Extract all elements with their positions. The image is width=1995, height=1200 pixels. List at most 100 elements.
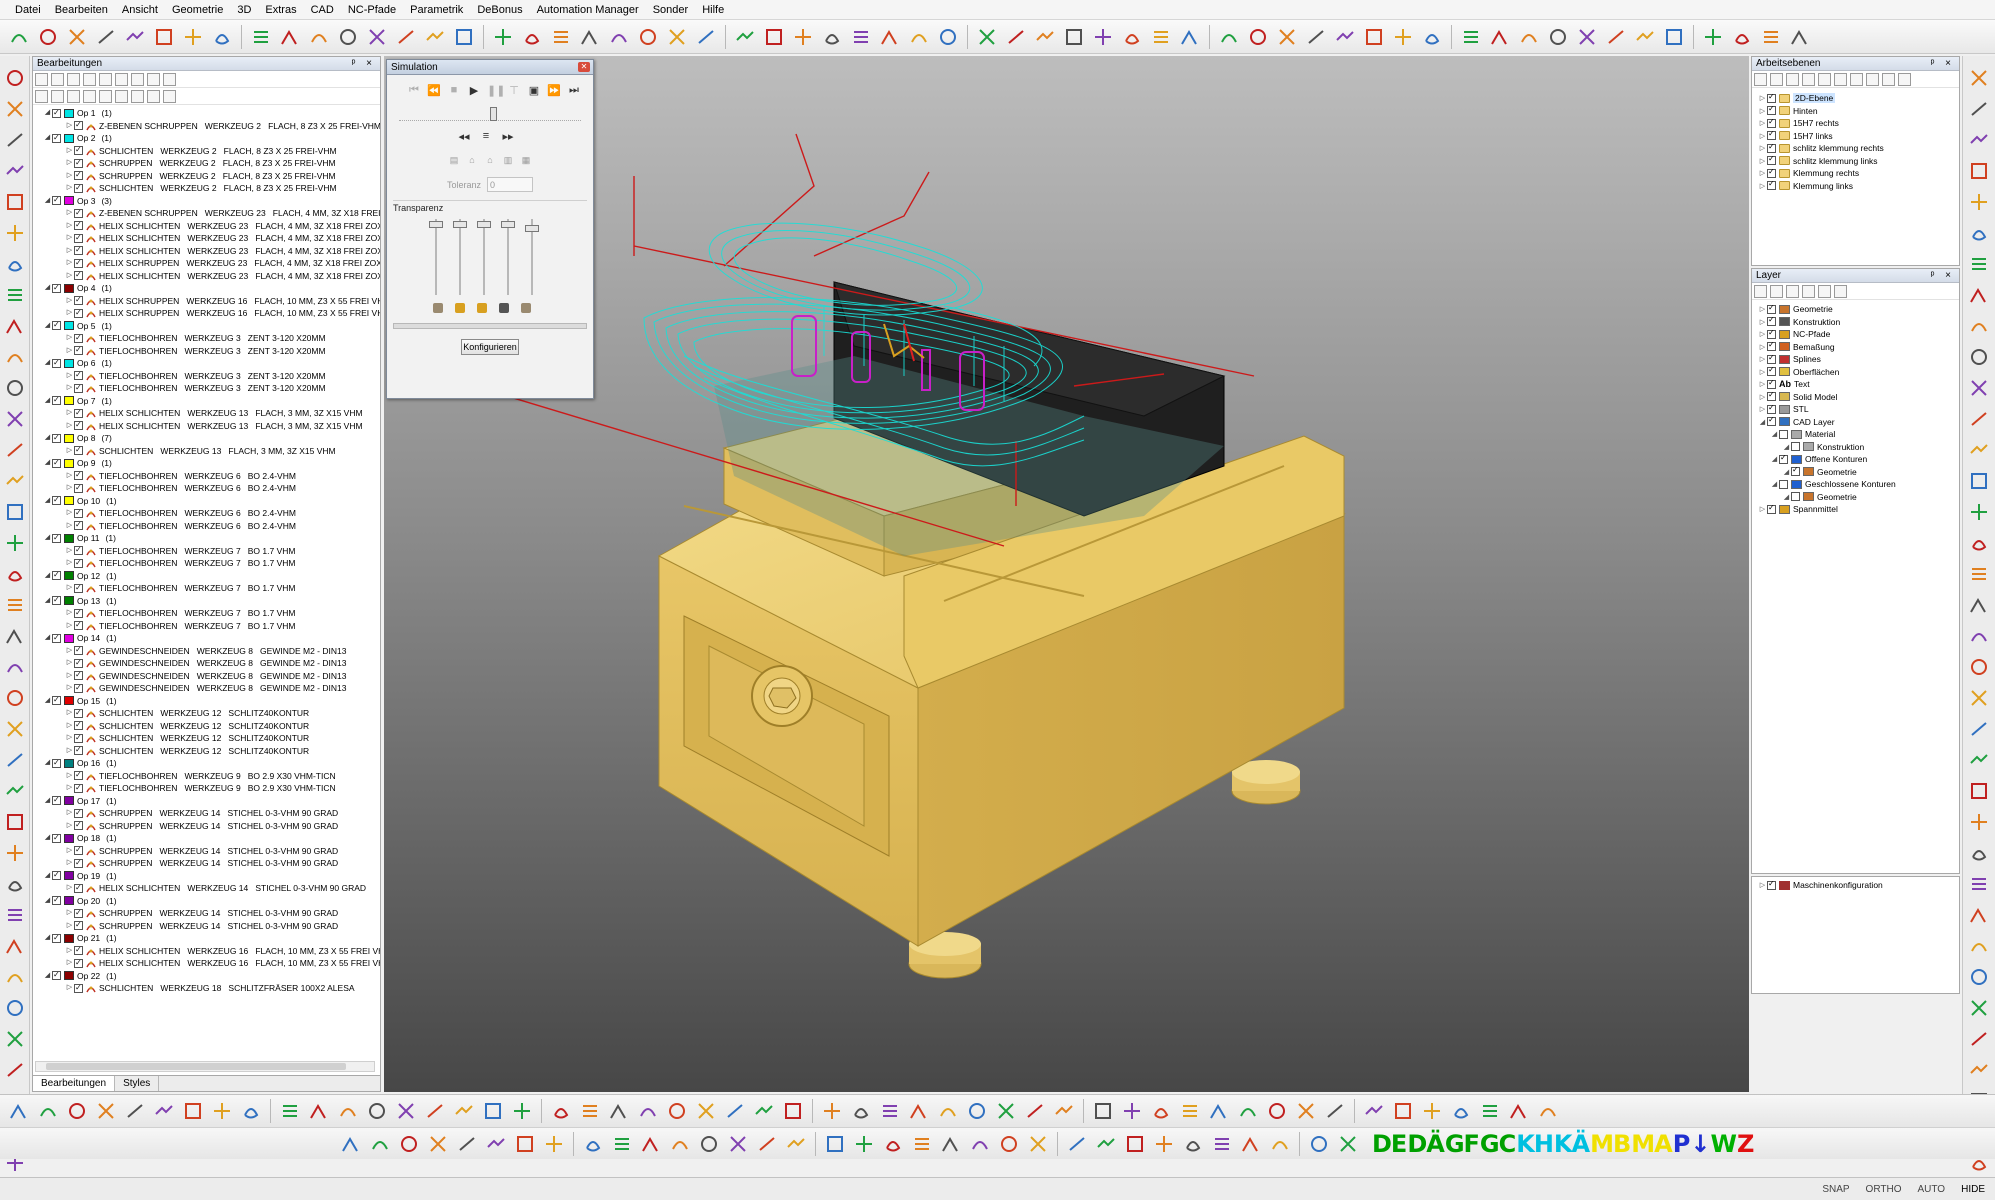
renumber-icon[interactable] — [83, 72, 96, 86]
layer-settings-icon[interactable] — [1834, 284, 1847, 298]
workplane-checkbox[interactable] — [1767, 179, 1776, 191]
operation-row[interactable]: ◢ Op 15 (1) — [33, 694, 380, 708]
tool-13-icon[interactable] — [696, 1131, 722, 1157]
step-checkbox[interactable] — [74, 857, 83, 869]
tool-22-icon[interactable] — [967, 1131, 993, 1157]
tool-18-icon[interactable] — [1966, 591, 1992, 619]
operation-step-row[interactable]: ▷ TIEFLOCHBOHREN WERKZEUG 7 BO 1.7 VHM — [33, 544, 380, 558]
workplane-checkbox[interactable] — [1767, 167, 1776, 178]
status-auto[interactable]: AUTO — [1917, 1184, 1945, 1195]
workplane-checkbox[interactable] — [1767, 129, 1776, 141]
expand-arrow-icon[interactable]: ▷ — [65, 657, 74, 670]
tool-4-icon[interactable] — [93, 1098, 119, 1124]
tool-33-icon[interactable] — [974, 24, 1000, 50]
workplane-3d-icon[interactable] — [1802, 72, 1815, 86]
step-checkbox[interactable] — [74, 444, 83, 457]
tool-32-icon[interactable] — [1267, 1131, 1293, 1157]
workplane-checkbox[interactable] — [1767, 92, 1776, 103]
expand-arrow-icon[interactable]: ▷ — [65, 745, 74, 758]
machine-tree[interactable]: ▷ Maschinenkonfiguration — [1752, 877, 1959, 892]
move-down-icon[interactable] — [131, 72, 144, 86]
tool-28-icon[interactable] — [1151, 1131, 1177, 1157]
tool-50-icon[interactable] — [1477, 1098, 1503, 1124]
tool-20-icon[interactable] — [577, 24, 603, 50]
machine-row[interactable]: ▷ Maschinenkonfiguration — [1752, 879, 1959, 892]
step-checkbox[interactable] — [74, 944, 83, 957]
expand-arrow-icon[interactable]: ◢ — [43, 570, 52, 583]
step-checkbox[interactable] — [74, 144, 83, 157]
tool-13-icon[interactable] — [1966, 436, 1992, 464]
expand-arrow-icon[interactable]: ◢ — [43, 395, 52, 408]
operation-step-row[interactable]: ▷ GEWINDESCHNEIDEN WERKZEUG 8 GEWINDE M2 … — [33, 644, 380, 658]
operation-step-row[interactable]: ▷ SCHRUPPEN WERKZEUG 14 STICHEL 0-3-VHM 9… — [33, 907, 380, 920]
menu-extras[interactable]: Extras — [258, 0, 303, 20]
layer-row[interactable]: ▷ Oberflächen — [1752, 365, 1959, 379]
tool-17-icon[interactable] — [490, 24, 516, 50]
step-checkbox[interactable] — [74, 957, 83, 969]
workplane-row[interactable]: ▷ 2D-Ebene — [1752, 92, 1959, 105]
step-checkbox[interactable] — [74, 919, 83, 932]
configure-button[interactable]: Konfigurieren — [461, 339, 519, 355]
operation-row[interactable]: ◢ Op 8 (7) — [33, 432, 380, 445]
menu-cad[interactable]: CAD — [304, 0, 341, 20]
expand-arrow-icon[interactable]: ▷ — [1758, 144, 1767, 152]
tool-16-icon[interactable] — [783, 1131, 809, 1157]
tool-16-icon[interactable] — [451, 1098, 477, 1124]
tool-22-icon[interactable] — [635, 1098, 661, 1124]
expand-arrow-icon[interactable]: ◢ — [43, 132, 52, 145]
tool-40-icon[interactable] — [1177, 1098, 1203, 1124]
operation-step-row[interactable]: ▷ HELIX SCHLICHTEN WERKZEUG 23 FLACH, 4 M… — [33, 244, 380, 258]
operation-step-row[interactable]: ▷ TIEFLOCHBOHREN WERKZEUG 7 BO 1.7 VHM — [33, 582, 380, 595]
operation-step-row[interactable]: ▷ HELIX SCHLICHTEN WERKZEUG 13 FLACH, 3 M… — [33, 407, 380, 420]
operation-checkbox[interactable] — [52, 632, 61, 644]
expand-arrow-icon[interactable]: ◢ — [1782, 493, 1791, 501]
operation-checkbox[interactable] — [52, 357, 61, 369]
step-checkbox[interactable] — [74, 657, 83, 669]
operation-checkbox[interactable] — [52, 594, 61, 607]
menu-parametrik[interactable]: Parametrik — [403, 0, 470, 20]
tool-20-icon[interactable] — [577, 1098, 603, 1124]
letter-button-10[interactable]: ↓ — [1690, 1130, 1710, 1158]
step-checkbox[interactable] — [74, 682, 83, 694]
tool-10-icon[interactable] — [277, 1098, 303, 1124]
operation-step-row[interactable]: ▷ SCHRUPPEN WERKZEUG 14 STICHEL 0-3-VHM 9… — [33, 807, 380, 820]
expand-arrow-icon[interactable]: ▷ — [65, 620, 74, 633]
tool-57-icon[interactable] — [1700, 24, 1726, 50]
tool-30-icon[interactable] — [1966, 963, 1992, 991]
operation-step-row[interactable]: ▷ SCHLICHTEN WERKZEUG 2 FLACH, 8 Z3 X 25 … — [33, 182, 380, 195]
operation-step-row[interactable]: ▷ TIEFLOCHBOHREN WERKZEUG 7 BO 1.7 VHM — [33, 607, 380, 620]
tool-27-icon[interactable] — [780, 1098, 806, 1124]
tool-13-icon[interactable] — [2, 436, 28, 464]
expand-arrow-icon[interactable]: ▷ — [65, 582, 74, 595]
tool-15-icon[interactable] — [754, 1131, 780, 1157]
expand-arrow-icon[interactable]: ◢ — [1782, 468, 1791, 476]
layer-row[interactable]: ◢ Konstruktion — [1752, 441, 1959, 454]
tab-styles[interactable]: Styles — [115, 1076, 160, 1091]
tool-19-icon[interactable] — [1966, 622, 1992, 650]
view-tool-icon[interactable]: ⌂ — [483, 155, 497, 165]
tool-20-icon[interactable] — [909, 1131, 935, 1157]
expand-arrow-icon[interactable]: ▷ — [1758, 343, 1767, 351]
tool-3-icon[interactable] — [64, 24, 90, 50]
tool-17-icon[interactable] — [822, 1131, 848, 1157]
expand-arrow-icon[interactable]: ◢ — [43, 532, 52, 545]
operation-step-row[interactable]: ▷ Z-EBENEN SCHRUPPEN WERKZEUG 23 FLACH, 4… — [33, 207, 380, 220]
operation-checkbox[interactable] — [52, 432, 61, 444]
stop-icon[interactable]: ■ — [447, 84, 461, 96]
tool-5-icon[interactable] — [1966, 188, 1992, 216]
expand-arrow-icon[interactable]: ▷ — [1758, 107, 1767, 115]
tool-25-icon[interactable] — [2, 808, 28, 836]
tool-29-icon[interactable] — [1180, 1131, 1206, 1157]
tool-24-icon[interactable] — [693, 24, 719, 50]
operation-step-row[interactable]: ▷ Z-EBENEN SCHRUPPEN WERKZEUG 2 FLACH, 8 … — [33, 119, 380, 133]
tool-7-icon[interactable] — [180, 1098, 206, 1124]
letter-button-12[interactable]: Z — [1737, 1130, 1754, 1158]
workplane-checkbox[interactable] — [1767, 154, 1776, 166]
letter-button-3[interactable]: GF — [1445, 1130, 1480, 1158]
tool-28-icon[interactable] — [819, 1098, 845, 1124]
expand-arrow-icon[interactable]: ▷ — [65, 670, 74, 683]
workplanes-tree[interactable]: ▷2D-Ebene▷Hinten▷15H7 rechts▷15H7 links▷… — [1752, 88, 1959, 192]
operation-checkbox[interactable] — [52, 569, 61, 582]
layer-checkbox[interactable] — [1767, 378, 1776, 389]
step-checkbox[interactable] — [74, 157, 83, 169]
